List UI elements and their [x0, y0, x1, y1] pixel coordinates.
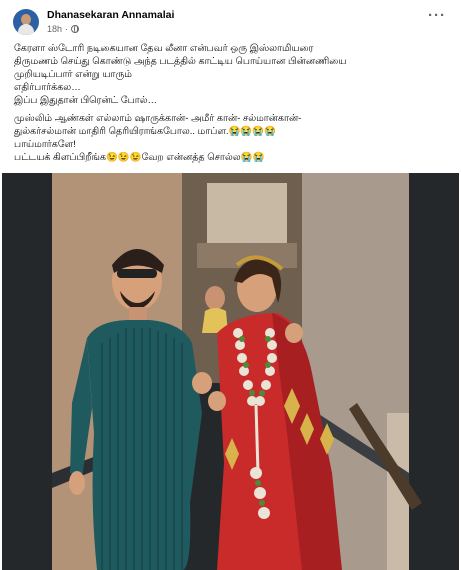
post-line: இப்ப இதுதான் பிரென்ட் போல்…: [14, 95, 158, 106]
post-line: பாய்மார்களே!: [14, 139, 76, 150]
post-line: பட்டயக் கிளப்பிறீங்க😉😉😉வேற என்னத்த சொல்ல…: [14, 152, 265, 163]
post-line: கேரளா ஸ்டோரி நடிகையான தேவ லீனா என்பவர் ஒ…: [14, 43, 314, 54]
post-photo[interactable]: [2, 173, 459, 570]
post-line: முஸ்லிம் ஆண்கள் எல்லாம் ஷாருக்கான்- அமீர…: [14, 113, 302, 124]
more-options-icon[interactable]: ···: [428, 8, 446, 25]
wedding-photo: [2, 173, 459, 570]
author-avatar[interactable]: [13, 9, 39, 35]
post-time[interactable]: 18h: [47, 24, 62, 34]
post-meta: 18h ·: [47, 24, 80, 34]
post-line: துல்கர்சல்மான் மாதிரி தெரியிராங்கபோல.. ம…: [14, 126, 276, 137]
post-header: Dhanasekaran Annamalai 18h · ···: [0, 0, 461, 40]
post-card: Dhanasekaran Annamalai 18h · ··· கேரளா ஸ…: [0, 0, 461, 570]
post-line: முறியடிப்பார் என்று யாரும்: [14, 69, 132, 80]
author-name[interactable]: Dhanasekaran Annamalai: [47, 9, 174, 21]
post-line: திருமணம் செய்து கொண்டு அந்த படத்தில் காட…: [14, 56, 347, 67]
post-text: கேரளா ஸ்டோரி நடிகையான தேவ லீனா என்பவர் ஒ…: [14, 42, 454, 164]
post-line: எதிர்பார்க்கல…: [14, 82, 81, 93]
globe-icon: [71, 25, 80, 33]
meta-separator: ·: [65, 24, 69, 34]
